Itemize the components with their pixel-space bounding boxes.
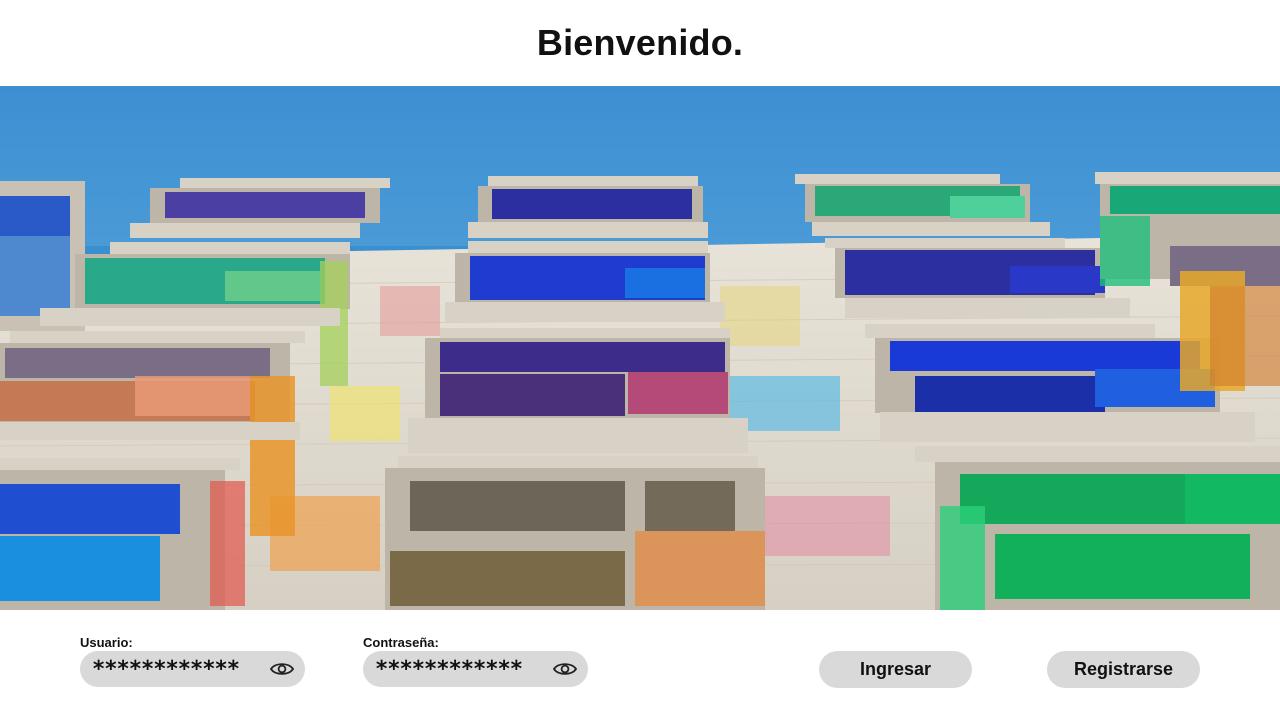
username-field-group: Usuario: [80, 635, 305, 687]
username-input[interactable] [92, 651, 269, 687]
eye-icon[interactable] [269, 659, 295, 679]
login-button[interactable]: Ingresar [819, 651, 972, 688]
hero-image [0, 86, 1280, 610]
password-field-group: Contraseña: [363, 635, 588, 687]
building-illustration [0, 86, 1280, 610]
register-button[interactable]: Registrarse [1047, 651, 1200, 688]
page-title: Bienvenido. [536, 22, 744, 63]
username-label: Usuario: [80, 635, 133, 650]
username-field [80, 651, 305, 687]
login-form: Usuario: Contraseña: Ingresar Registrar [0, 610, 1280, 720]
password-label: Contraseña: [363, 635, 439, 650]
eye-icon[interactable] [552, 659, 578, 679]
header: Bienvenido. [0, 0, 1280, 86]
password-input[interactable] [375, 651, 552, 687]
password-field [363, 651, 588, 687]
